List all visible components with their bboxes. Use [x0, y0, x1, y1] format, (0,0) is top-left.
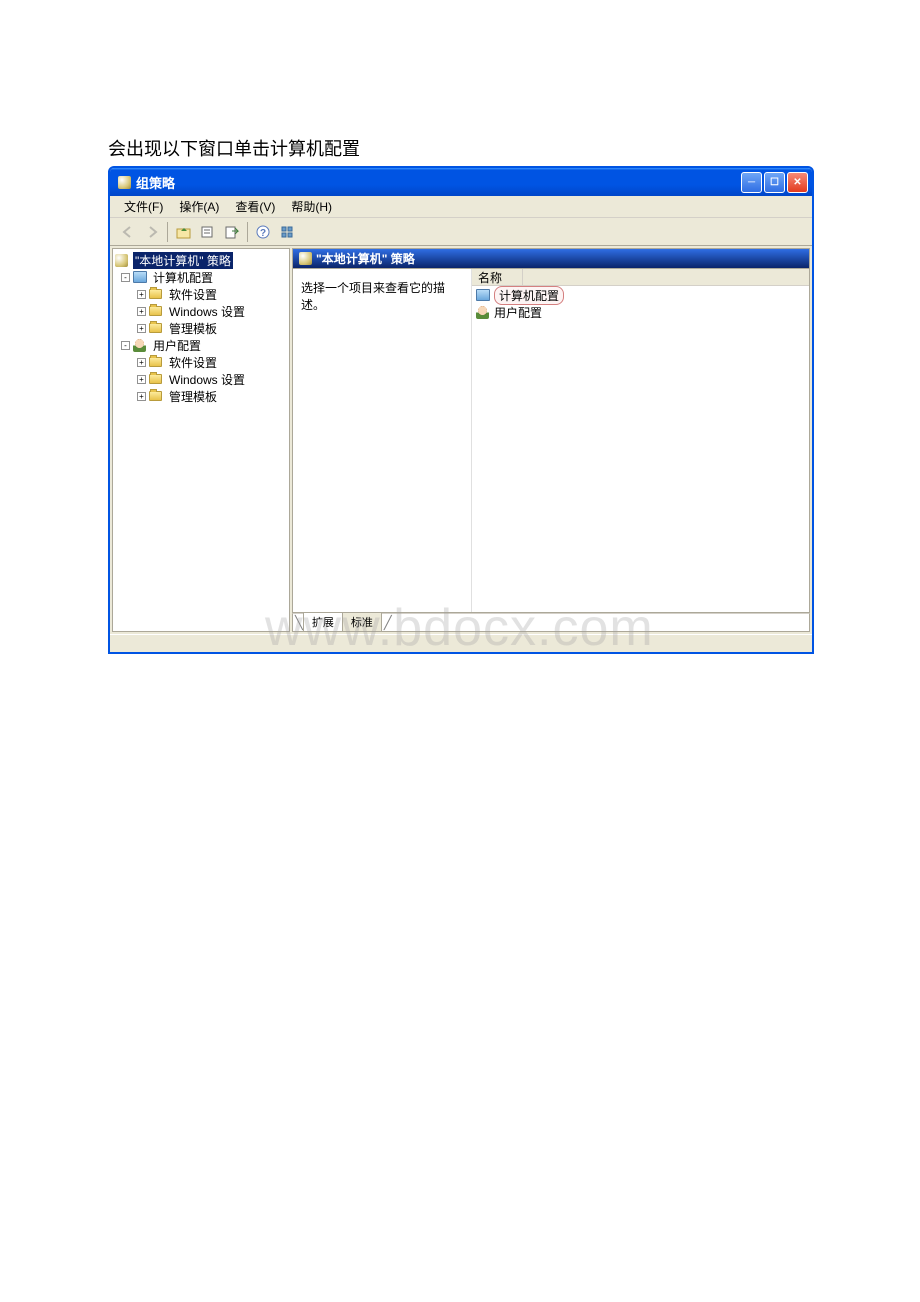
folder-up-icon — [176, 225, 192, 239]
tree-software-settings-2[interactable]: + 软件设置 — [113, 354, 289, 370]
toolbar: ? — [110, 218, 812, 246]
collapse-icon[interactable]: - — [121, 341, 130, 350]
right-body: 选择一个项目来查看它的描述。 名称 计算机配置 用户配置 — [292, 268, 810, 613]
tree-windows-settings-1[interactable]: + Windows 设置 — [113, 303, 289, 319]
properties-button[interactable] — [196, 221, 219, 243]
app-icon — [116, 174, 132, 190]
right-pane: "本地计算机" 策略 选择一个项目来查看它的描述。 名称 计算机配置 — [292, 248, 810, 632]
folder-icon — [149, 304, 165, 318]
up-button[interactable] — [172, 221, 195, 243]
page-caption: 会出现以下窗口单击计算机配置 — [108, 135, 920, 161]
help-button[interactable]: ? — [252, 221, 275, 243]
properties-icon — [200, 225, 216, 239]
maximize-button[interactable]: ☐ — [764, 172, 785, 193]
window-title: 组策略 — [136, 173, 175, 192]
tree-windows-settings-2[interactable]: + Windows 设置 — [113, 371, 289, 387]
collapse-icon[interactable]: - — [121, 273, 130, 282]
policy-icon — [115, 253, 131, 267]
policy-icon — [299, 252, 312, 265]
close-button[interactable]: ✕ — [787, 172, 808, 193]
expand-icon[interactable]: + — [137, 324, 146, 333]
tab-extended[interactable]: 扩展 — [303, 612, 343, 631]
expand-icon[interactable]: + — [137, 392, 146, 401]
help-icon: ? — [256, 225, 272, 239]
menu-help[interactable]: 帮助(H) — [283, 196, 340, 217]
group-policy-window: 组策略 ─ ☐ ✕ 文件(F) 操作(A) 查看(V) 帮助(H) — [108, 166, 814, 654]
titlebar[interactable]: 组策略 ─ ☐ ✕ — [110, 168, 812, 196]
description-text: 选择一个项目来查看它的描述。 — [301, 279, 463, 313]
folder-icon — [149, 321, 165, 335]
forward-button[interactable] — [140, 221, 163, 243]
expand-icon[interactable]: + — [137, 307, 146, 316]
tree-software-settings-1[interactable]: + 软件设置 — [113, 286, 289, 302]
menu-file[interactable]: 文件(F) — [116, 196, 171, 217]
arrow-right-icon — [145, 225, 159, 239]
column-header[interactable]: 名称 — [472, 269, 809, 286]
right-header-title: "本地计算机" 策略 — [316, 250, 415, 267]
statusbar — [110, 634, 812, 652]
content-area: "本地计算机" 策略 - 计算机配置 + 软件设置 + Windows 设置 +… — [110, 246, 812, 634]
export-icon — [224, 225, 240, 239]
description-pane: 选择一个项目来查看它的描述。 — [293, 269, 471, 612]
list-view-icon — [280, 225, 296, 239]
tree-user-config[interactable]: - 用户配置 — [113, 337, 289, 353]
export-button[interactable] — [220, 221, 243, 243]
tab-standard[interactable]: 标准 — [343, 613, 382, 631]
expand-icon[interactable]: + — [137, 375, 146, 384]
folder-icon — [149, 287, 165, 301]
tree-pane[interactable]: "本地计算机" 策略 - 计算机配置 + 软件设置 + Windows 设置 +… — [112, 248, 290, 632]
expand-icon[interactable]: + — [137, 358, 146, 367]
menubar: 文件(F) 操作(A) 查看(V) 帮助(H) — [110, 196, 812, 218]
expand-icon[interactable]: + — [137, 290, 146, 299]
folder-icon — [149, 372, 165, 386]
view-button[interactable] — [276, 221, 299, 243]
computer-icon — [133, 270, 149, 284]
svg-text:?: ? — [259, 228, 265, 239]
tree-admin-templates-2[interactable]: + 管理模板 — [113, 388, 289, 404]
column-name[interactable]: 名称 — [478, 269, 523, 286]
folder-icon — [149, 355, 165, 369]
list-item-user-config[interactable]: 用户配置 — [472, 304, 809, 320]
arrow-left-icon — [121, 225, 135, 239]
back-button[interactable] — [116, 221, 139, 243]
list-item-computer-config[interactable]: 计算机配置 — [472, 287, 809, 303]
user-icon — [476, 305, 492, 319]
user-icon — [133, 338, 149, 352]
list-pane[interactable]: 名称 计算机配置 用户配置 — [471, 269, 809, 612]
menu-action[interactable]: 操作(A) — [171, 196, 227, 217]
folder-icon — [149, 389, 165, 403]
tree-admin-templates-1[interactable]: + 管理模板 — [113, 320, 289, 336]
minimize-button[interactable]: ─ — [741, 172, 762, 193]
tree-root-local-policy[interactable]: "本地计算机" 策略 — [113, 252, 289, 268]
tab-strip: ╲ 扩展 标准 ╱ — [292, 613, 810, 632]
tree-computer-config[interactable]: - 计算机配置 — [113, 269, 289, 285]
right-header: "本地计算机" 策略 — [292, 248, 810, 268]
computer-icon — [476, 288, 492, 302]
menu-view[interactable]: 查看(V) — [227, 196, 283, 217]
